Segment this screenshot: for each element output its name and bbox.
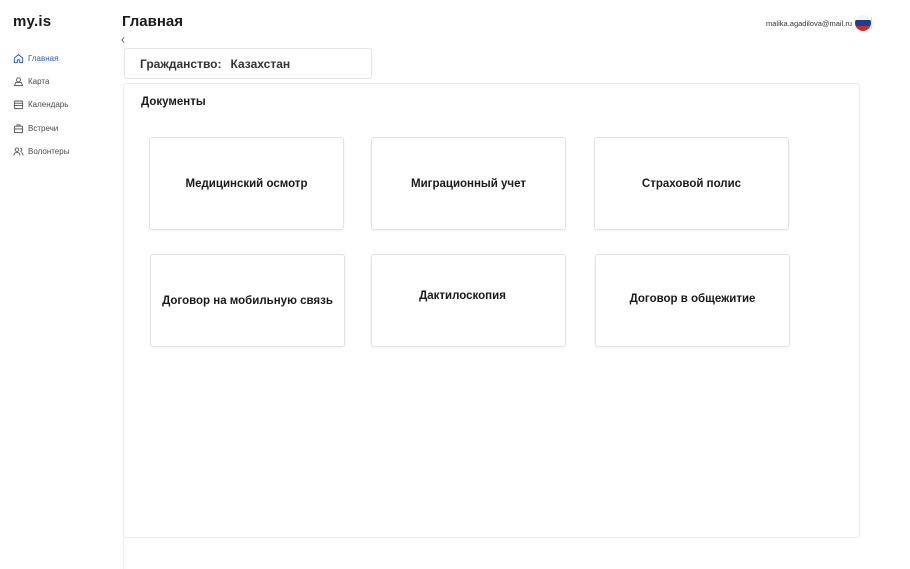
doc-card-mobile-contract[interactable]: Договор на мобильную связь bbox=[150, 254, 345, 347]
russia-flag-icon[interactable] bbox=[855, 15, 871, 31]
user-email[interactable]: malika.agadilova@mail.ru bbox=[766, 19, 852, 28]
briefcase-icon bbox=[13, 123, 24, 134]
sidebar-item-label: Карта bbox=[28, 77, 50, 87]
page-title: Главная bbox=[122, 13, 184, 30]
doc-card-dormitory-contract[interactable]: Договор в общежитие bbox=[595, 254, 790, 347]
sidebar-item-map[interactable]: Карта bbox=[13, 70, 113, 93]
citizenship-label: Гражданство: bbox=[140, 56, 222, 71]
sidebar-nav: Главная Карта Календарь Встречи Волонтер… bbox=[13, 47, 113, 163]
documents-title: Документы bbox=[141, 96, 206, 108]
map-icon bbox=[13, 76, 24, 87]
sidebar-item-label: Календарь bbox=[28, 100, 69, 110]
documents-panel: Документы Медицинский осмотр Миграционны… bbox=[123, 83, 860, 538]
app-logo[interactable]: my.is bbox=[13, 13, 51, 30]
citizenship-value: Казахстан bbox=[230, 56, 291, 71]
chevron-left-icon bbox=[121, 37, 125, 43]
doc-card-fingerprinting[interactable]: Дактилоскопия bbox=[371, 254, 566, 347]
sidebar-item-label: Встречи bbox=[28, 123, 59, 133]
content-edge-line bbox=[123, 538, 124, 569]
doc-card-medical-exam[interactable]: Медицинский осмотр bbox=[149, 137, 344, 230]
sidebar-item-home[interactable]: Главная bbox=[13, 47, 113, 70]
citizenship-field: Гражданство: Казахстан bbox=[124, 48, 372, 79]
doc-card-migration-registration[interactable]: Миграционный учет bbox=[371, 137, 566, 230]
header-divider bbox=[871, 17, 872, 29]
sidebar-item-calendar[interactable]: Календарь bbox=[13, 93, 113, 116]
home-icon bbox=[13, 53, 24, 64]
calendar-icon bbox=[13, 99, 24, 110]
sidebar-item-label: Главная bbox=[28, 54, 59, 64]
doc-card-insurance-policy[interactable]: Страховой полис bbox=[594, 137, 789, 230]
sidebar-item-volunteers[interactable]: Волонтеры bbox=[13, 140, 113, 163]
users-icon bbox=[13, 146, 24, 157]
sidebar-item-label: Волонтеры bbox=[28, 146, 70, 156]
collapse-sidebar-button[interactable] bbox=[119, 35, 127, 45]
sidebar-item-meetings[interactable]: Встречи bbox=[13, 117, 113, 140]
